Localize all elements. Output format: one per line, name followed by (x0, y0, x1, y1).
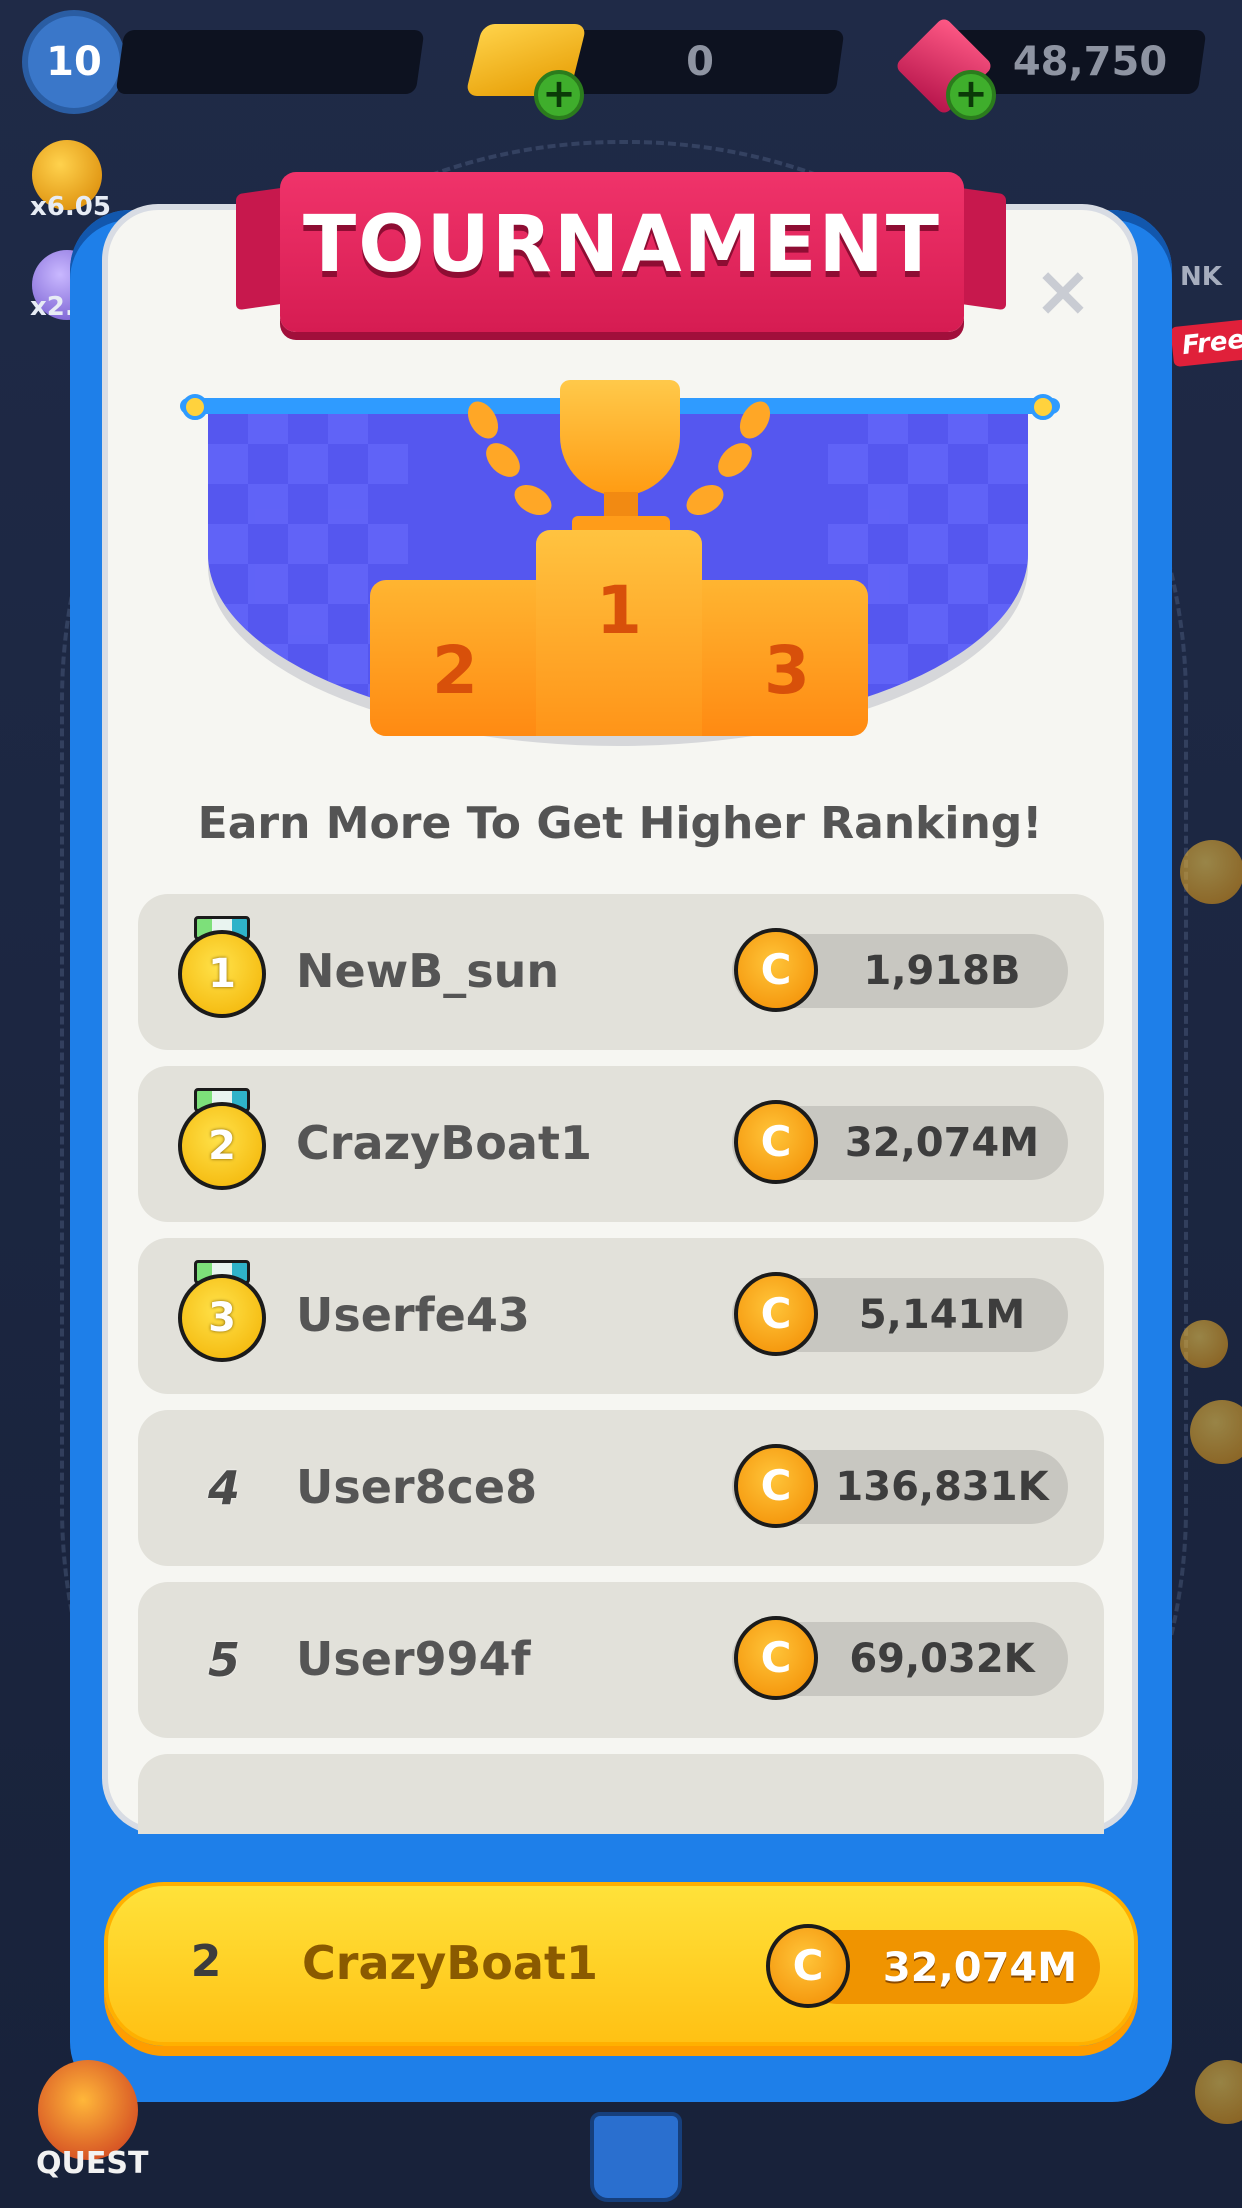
rank-side-label: NK (1180, 262, 1222, 292)
leaderboard-row-partial (138, 1754, 1104, 1834)
medal-icon: 3 (178, 1274, 266, 1362)
player-score: 69,032K (849, 1636, 1035, 1682)
medal-icon: 2 (178, 1102, 266, 1190)
player-score: 32,074M (844, 1120, 1040, 1166)
quest-icon[interactable] (38, 2060, 138, 2160)
player-name: User994f (296, 1632, 531, 1686)
podium-number-3: 3 (764, 632, 810, 709)
current-user-name: CrazyBoat1 (302, 1936, 598, 1990)
coin-icon: C (734, 1100, 818, 1184)
ranking-subtitle: Earn More To Get Higher Ranking! (197, 798, 1043, 849)
add-gems-button[interactable]: + (946, 70, 996, 120)
add-gold-button[interactable]: + (534, 70, 584, 120)
current-user-rank: 2 (190, 1936, 222, 1987)
modal-title: TOURNAMENT (303, 200, 941, 290)
player-name: CrazyBoat1 (296, 1116, 592, 1170)
player-score: 5,141M (858, 1292, 1026, 1338)
rod-knob-right (1030, 394, 1056, 420)
gold-value: 0 (686, 39, 714, 85)
trophy-icon (560, 380, 680, 496)
player-name: NewB_sun (296, 944, 560, 998)
medal-icon: 1 (178, 930, 266, 1018)
background-coin-icon (1180, 1320, 1228, 1368)
podium-number-2: 2 (432, 632, 478, 709)
rank-number: 4 (207, 1461, 240, 1515)
player-name: Userfe43 (296, 1288, 530, 1342)
coin-icon: C (734, 1616, 818, 1700)
quest-label[interactable]: QUEST (36, 2146, 148, 2181)
coin-icon: C (766, 1924, 850, 2008)
background-coin-icon (1180, 840, 1242, 904)
close-icon[interactable]: × (1030, 256, 1096, 326)
podium-number-1: 1 (596, 572, 642, 649)
coin-icon: C (734, 1444, 818, 1528)
player-score: 136,831K (835, 1464, 1049, 1510)
coin-icon: C (734, 1272, 818, 1356)
trash-icon[interactable] (590, 2112, 682, 2202)
level-badge[interactable]: 10 (22, 10, 126, 114)
speed-multiplier-label: x2. (30, 292, 75, 322)
xp-bar (115, 30, 425, 94)
gems-value: 48,750 (1012, 39, 1168, 85)
coin-icon: C (734, 928, 818, 1012)
player-score: 1,918B (863, 948, 1021, 994)
rank-number: 5 (207, 1633, 240, 1687)
current-user-score: 32,074M (882, 1945, 1078, 1991)
rod-knob-left (182, 394, 208, 420)
player-name: User8ce8 (296, 1460, 538, 1514)
